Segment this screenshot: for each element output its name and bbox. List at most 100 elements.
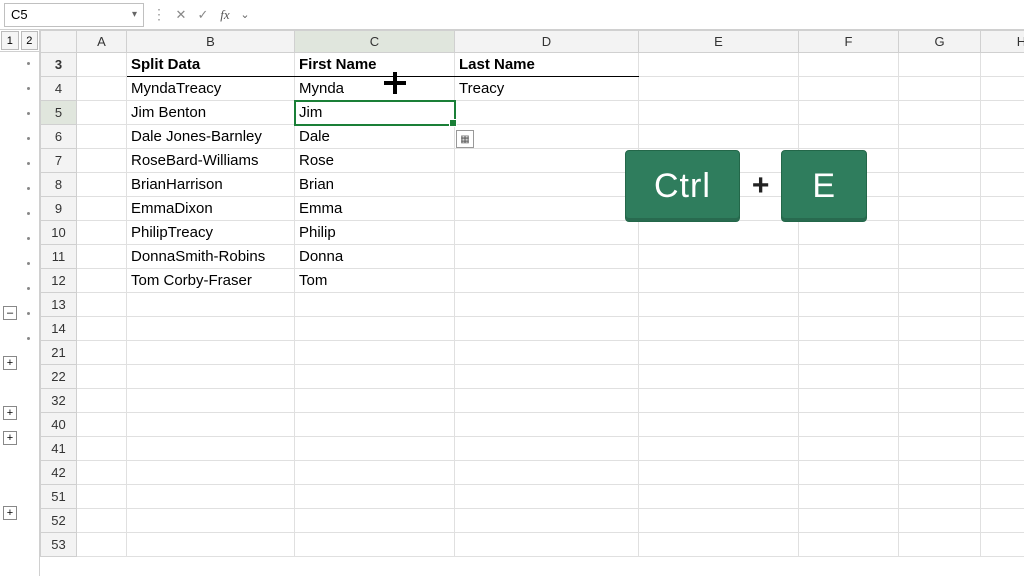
cell-G32[interactable] [899, 389, 981, 413]
outline-level-2[interactable]: 2 [21, 31, 39, 50]
cell-E40[interactable] [639, 413, 799, 437]
cell-E10[interactable] [639, 221, 799, 245]
cell-D12[interactable] [455, 269, 639, 293]
row-header[interactable]: 11 [41, 245, 77, 269]
name-box[interactable]: C5 ▾ [4, 3, 144, 27]
cell-H3[interactable] [981, 53, 1024, 77]
cell-G7[interactable] [899, 149, 981, 173]
cell-B11[interactable]: DonnaSmith-Robins [127, 245, 295, 269]
row-header[interactable]: 8 [41, 173, 77, 197]
cell-E41[interactable] [639, 437, 799, 461]
row-header[interactable]: 12 [41, 269, 77, 293]
row-header[interactable]: 10 [41, 221, 77, 245]
cell-A21[interactable] [77, 341, 127, 365]
cell-B4[interactable]: MyndaTreacy [127, 77, 295, 101]
cell-B51[interactable] [127, 485, 295, 509]
fx-icon[interactable]: fx [214, 3, 236, 27]
cell-H52[interactable] [981, 509, 1024, 533]
cell-C53[interactable] [295, 533, 455, 557]
column-header-C[interactable]: C [295, 31, 455, 53]
cell-F41[interactable] [799, 437, 899, 461]
cell-C7[interactable]: Rose [295, 149, 455, 173]
cell-G22[interactable] [899, 365, 981, 389]
cell-H22[interactable] [981, 365, 1024, 389]
cell-G13[interactable] [899, 293, 981, 317]
cell-A32[interactable] [77, 389, 127, 413]
row-header[interactable]: 13 [41, 293, 77, 317]
cell-E14[interactable] [639, 317, 799, 341]
cell-H53[interactable] [981, 533, 1024, 557]
cell-E22[interactable] [639, 365, 799, 389]
chevron-down-icon[interactable]: ⌄ [236, 8, 254, 21]
cell-H7[interactable] [981, 149, 1024, 173]
cell-A14[interactable] [77, 317, 127, 341]
cell-B10[interactable]: PhilipTreacy [127, 221, 295, 245]
cell-G12[interactable] [899, 269, 981, 293]
cell-E53[interactable] [639, 533, 799, 557]
cell-A12[interactable] [77, 269, 127, 293]
cell-F10[interactable] [799, 221, 899, 245]
column-header-E[interactable]: E [639, 31, 799, 53]
column-header-B[interactable]: B [127, 31, 295, 53]
row-header[interactable]: 52 [41, 509, 77, 533]
cell-A10[interactable] [77, 221, 127, 245]
select-all-corner[interactable] [41, 31, 77, 53]
cell-E51[interactable] [639, 485, 799, 509]
cell-C51[interactable] [295, 485, 455, 509]
cell-E42[interactable] [639, 461, 799, 485]
row-header[interactable]: 22 [41, 365, 77, 389]
cell-D6[interactable] [455, 125, 639, 149]
cell-A53[interactable] [77, 533, 127, 557]
row-header[interactable]: 9 [41, 197, 77, 221]
cell-D10[interactable] [455, 221, 639, 245]
row-header[interactable]: 41 [41, 437, 77, 461]
cell-G10[interactable] [899, 221, 981, 245]
cell-B7[interactable]: RoseBard-Williams [127, 149, 295, 173]
cell-H10[interactable] [981, 221, 1024, 245]
cell-D53[interactable] [455, 533, 639, 557]
cell-B40[interactable] [127, 413, 295, 437]
cell-F3[interactable] [799, 53, 899, 77]
column-header-G[interactable]: G [899, 31, 981, 53]
cell-A8[interactable] [77, 173, 127, 197]
cell-F5[interactable] [799, 101, 899, 125]
row-header[interactable]: 14 [41, 317, 77, 341]
column-header-D[interactable]: D [455, 31, 639, 53]
cell-E21[interactable] [639, 341, 799, 365]
cell-E32[interactable] [639, 389, 799, 413]
cell-C32[interactable] [295, 389, 455, 413]
row-header[interactable]: 21 [41, 341, 77, 365]
cell-F13[interactable] [799, 293, 899, 317]
cell-H40[interactable] [981, 413, 1024, 437]
column-header-A[interactable]: A [77, 31, 127, 53]
cell-B6[interactable]: Dale Jones-Barnley [127, 125, 295, 149]
cell-C12[interactable]: Tom [295, 269, 455, 293]
cell-G11[interactable] [899, 245, 981, 269]
cell-C4[interactable]: Mynda [295, 77, 455, 101]
cell-B22[interactable] [127, 365, 295, 389]
cell-G40[interactable] [899, 413, 981, 437]
cell-A51[interactable] [77, 485, 127, 509]
cell-G14[interactable] [899, 317, 981, 341]
cell-G3[interactable] [899, 53, 981, 77]
spreadsheet-grid[interactable]: ABCDEFGH 3Split DataFirst NameLast Name4… [40, 30, 1024, 576]
cell-D22[interactable] [455, 365, 639, 389]
cell-B42[interactable] [127, 461, 295, 485]
cell-F22[interactable] [799, 365, 899, 389]
cell-C21[interactable] [295, 341, 455, 365]
cell-D4[interactable]: Treacy [455, 77, 639, 101]
cell-G52[interactable] [899, 509, 981, 533]
cell-A9[interactable] [77, 197, 127, 221]
cell-H8[interactable] [981, 173, 1024, 197]
cancel-icon[interactable]: ✕ [170, 3, 192, 27]
row-header[interactable]: 51 [41, 485, 77, 509]
cell-A40[interactable] [77, 413, 127, 437]
cell-E5[interactable] [639, 101, 799, 125]
row-header[interactable]: 4 [41, 77, 77, 101]
confirm-icon[interactable]: ✓ [192, 3, 214, 27]
row-header[interactable]: 32 [41, 389, 77, 413]
cell-C40[interactable] [295, 413, 455, 437]
cell-C13[interactable] [295, 293, 455, 317]
cell-C41[interactable] [295, 437, 455, 461]
cell-G8[interactable] [899, 173, 981, 197]
